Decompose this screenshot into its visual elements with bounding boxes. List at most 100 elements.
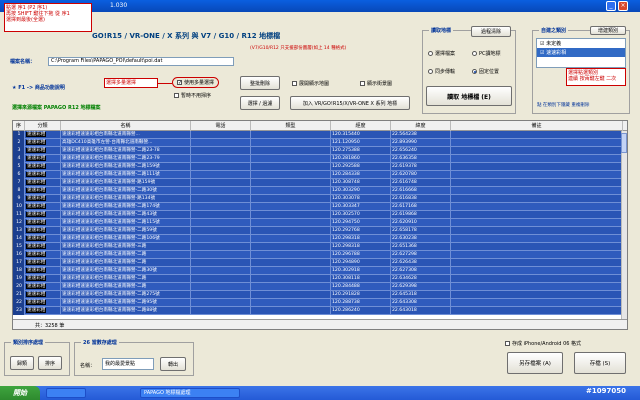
cell-text: 22.619868 [392, 212, 417, 217]
show-map-checkbox[interactable]: 展開顯示地圖 [292, 80, 329, 87]
cell-text: 120.308748 [332, 180, 360, 185]
add-category-button[interactable]: 增建類別 [590, 26, 626, 35]
table-row[interactable]: 9 速速彩相 速速彩相速速彩相台南縣北道南縣營-路134號 120.303078 22.… [13, 195, 627, 203]
table-row[interactable]: 2 速速彩相 高雄DC410高雄市左營-台南縣北道南縣營... 121.120950 2… [13, 139, 627, 147]
column-header-type[interactable]: 類型 [251, 121, 331, 131]
cell-phone [191, 219, 251, 227]
save-button[interactable]: 存檔 (S) [574, 352, 626, 374]
table-row[interactable]: 6 速速彩相 速速彩相速速彩相台南縣北道南縣營-二路111號 120.284338 22… [13, 171, 627, 179]
column-header-note[interactable]: 備註 [451, 121, 623, 131]
sort-button[interactable]: 排序 [38, 356, 62, 370]
table-row[interactable]: 1 速速彩相 速速彩相速速彩相台南縣北道南縣營... 120.315440 22.564… [13, 131, 627, 139]
table-row[interactable]: 22 速速彩相 速速彩相速速彩相台南縣北道南縣營-二路95號 120.288738 22… [13, 299, 627, 307]
landmark-table[interactable]: 序 分類 名稱 電話 類型 經度 緯度 備註 1 速速彩相 速速彩相速速彩相台南縣北… [12, 120, 628, 330]
table-row[interactable]: 7 速速彩相 速速彩相速速彩相台南縣北道南縣營-路159號 120.308748 22.… [13, 179, 627, 187]
taskbar-item-active[interactable]: PAPAGO 地標檔處理 [140, 388, 240, 398]
table-row[interactable]: 21 速速彩相 速速彩相速速彩相台南縣北道南縣營-二路275號 120.291828 2… [13, 291, 627, 299]
column-header-category[interactable]: 分類 [25, 121, 61, 131]
table-row[interactable]: 13 速速彩相 速速彩相速速彩相台南縣北道南縣營-二路59號 120.292768 22… [13, 227, 627, 235]
minimize-button[interactable]: _ [606, 1, 616, 11]
list-item[interactable]: ☑ 速速彩相 [537, 48, 625, 57]
batch-delete-button[interactable]: 整批刪除 [240, 76, 280, 90]
cell-text: 22.643308 [392, 300, 417, 305]
cell-index: 23 [13, 307, 25, 315]
table-row[interactable]: 17 速速彩相 速速彩相速速彩相台南縣北道南縣營-二路 120.294890 22.62… [13, 259, 627, 267]
scroll-thumb[interactable] [621, 133, 627, 153]
cell-longitude: 120.298318 [331, 235, 391, 243]
cell-text: 14 [16, 236, 22, 241]
vertical-scrollbar[interactable] [621, 131, 627, 321]
file-label: 檔案名稱： [10, 59, 36, 65]
cell-text: 速速彩相速速彩相台南縣北道南縣營-二路59號 [62, 228, 157, 233]
show-street-checkbox[interactable]: 顯示街景圖 [360, 80, 392, 87]
column-header-latitude[interactable]: 緯度 [391, 121, 451, 131]
checkbox-box [505, 341, 510, 346]
radio-select-file[interactable]: 選擇檔案 [428, 50, 455, 57]
clear-button[interactable]: 過程清除 [471, 26, 511, 37]
start-button[interactable]: 開始 [0, 386, 40, 400]
note-arrow [158, 83, 172, 84]
cell-index: 1 [13, 131, 25, 139]
table-row[interactable]: 11 速速彩相 速速彩相速速彩相台南縣北道南縣營-二路43號 120.302570 22… [13, 211, 627, 219]
export-format-checkbox[interactable]: 存成 iPhone/Android 06 格式 [505, 340, 581, 347]
cell-latitude: 22.616748 [391, 179, 451, 187]
column-header-name[interactable]: 名稱 [61, 121, 191, 131]
table-row[interactable]: 19 速速彩相 速速彩相速速彩相台南縣北道南縣營-二路 120.308118 22.63… [13, 275, 627, 283]
classify-button[interactable]: 歸類 [10, 356, 34, 370]
read-landmark-button[interactable]: 讀取 地標檔 (E) [426, 86, 512, 106]
help-link[interactable]: ★ F1 -> 商品功能說明 [12, 84, 65, 91]
add-landmark-button[interactable]: 加入 VR/GO!R15/X/VR-ONE X 系列 地標 [290, 96, 410, 110]
cell-index: 8 [13, 187, 25, 195]
column-header-index[interactable]: 序 [13, 121, 25, 131]
checkbox-label: 顯示街景圖 [367, 81, 393, 87]
checkbox-box [174, 93, 179, 98]
cell-phone [191, 299, 251, 307]
table-row[interactable]: 8 速速彩相 速速彩相速速彩相台南縣北道南縣營-二路30號 120.303290 22.… [13, 187, 627, 195]
table-row[interactable]: 15 速速彩相 速速彩相速速彩相台南縣北道南縣營-三路 120.298318 22.65… [13, 243, 627, 251]
radio-pc-read[interactable]: PC讀地標 [472, 50, 501, 57]
close-button[interactable]: × [618, 1, 628, 11]
cell-note [451, 195, 623, 203]
cell-name: 速速彩相速速彩相台南縣北道南縣營-二路275號 [61, 291, 191, 299]
radio-sync[interactable]: 同步傳輸 [428, 68, 455, 75]
save-as-button[interactable]: 另存檔案 (A) [507, 352, 563, 374]
table-row[interactable]: 16 速速彩相 速速彩相速速彩相台南縣北道南縣營-二路 120.296788 22.62… [13, 251, 627, 259]
cell-latitude: 22.619868 [391, 211, 451, 219]
cell-type [251, 299, 331, 307]
table-row[interactable]: 3 速速彩相 速速彩相速速彩相台南縣北道南縣營-二路23-78 120.275388 2… [13, 147, 627, 155]
temp-noscan-checkbox[interactable]: 暫時不用掃序 [174, 92, 211, 99]
cell-name: 速速彩相速速彩相台南縣北道南縣營-二路111號 [61, 171, 191, 179]
table-row[interactable]: 18 速速彩相 速速彩相速速彩相台南縣北道南縣營-二路30號 120.302918 22… [13, 267, 627, 275]
table-row[interactable]: 20 速速彩相 速速彩相速速彩相台南縣北道南縣營-二路 120.284488 22.62… [13, 283, 627, 291]
table-row[interactable]: 14 速速彩相 速速彩相速速彩相台南縣北道南縣營-二路106號 120.298318 2… [13, 235, 627, 243]
table-row[interactable]: 23 速速彩相 速速彩相速速彩相台南縣北道南縣營-二路88號 120.286240 22… [13, 307, 627, 315]
taskbar-item[interactable] [46, 388, 86, 398]
list-item[interactable]: ☑ 未定義 [537, 39, 625, 48]
cell-category: 速速彩相 [25, 251, 61, 259]
radio-fixed[interactable]: 固定位置 [472, 68, 499, 75]
cell-type [251, 139, 331, 147]
cell-text: 120.302570 [332, 212, 360, 217]
column-header-longitude[interactable]: 經度 [331, 121, 391, 131]
category-list[interactable]: ☑ 未定義 ☑ 速速彩相 [536, 38, 626, 68]
cell-longitude: 120.294750 [331, 219, 391, 227]
select-filter-button[interactable]: 選擇 / 過濾 [240, 96, 280, 110]
table-row[interactable]: 5 速速彩相 速速彩相速速彩相台南縣北道南縣營-二路159號 120.292588 22… [13, 163, 627, 171]
cell-text: 120.284488 [332, 284, 360, 289]
cell-name: 速速彩相速速彩相台南縣北道南縣營-二路 [61, 259, 191, 267]
cell-text: 22.893990 [392, 140, 417, 145]
cell-longitude: 120.315440 [331, 131, 391, 139]
file-path-field[interactable]: C:\Program Files\PAPAGO_POI\default\poi.… [48, 57, 234, 66]
column-header-phone[interactable]: 電話 [191, 121, 251, 131]
cell-text: 120.296788 [332, 252, 360, 257]
table-row[interactable]: 10 速速彩相 速速彩相速速彩相台南縣北道南縣營-二路174號 120.303347 2… [13, 203, 627, 211]
table-row[interactable]: 4 速速彩相 速速彩相速速彩相台南縣北道南縣營-二路23-79 120.281860 2… [13, 155, 627, 163]
table-row[interactable]: 12 速速彩相 速速彩相速速彩相台南縣北道南縣營-二路115號 120.294750 2… [13, 219, 627, 227]
cell-text: 22.630238 [392, 236, 417, 241]
cell-text: 120.303347 [332, 204, 360, 209]
name-field[interactable]: 我的最愛景點 [102, 358, 154, 370]
taskbar [0, 386, 640, 400]
use-multi-select-checkbox[interactable]: ✓ 使用多量選擇 [172, 77, 220, 88]
cell-text: 速速彩相速速彩相台南縣北道南縣營-二路159號 [62, 164, 160, 169]
export-button[interactable]: 轉出 [160, 357, 186, 371]
